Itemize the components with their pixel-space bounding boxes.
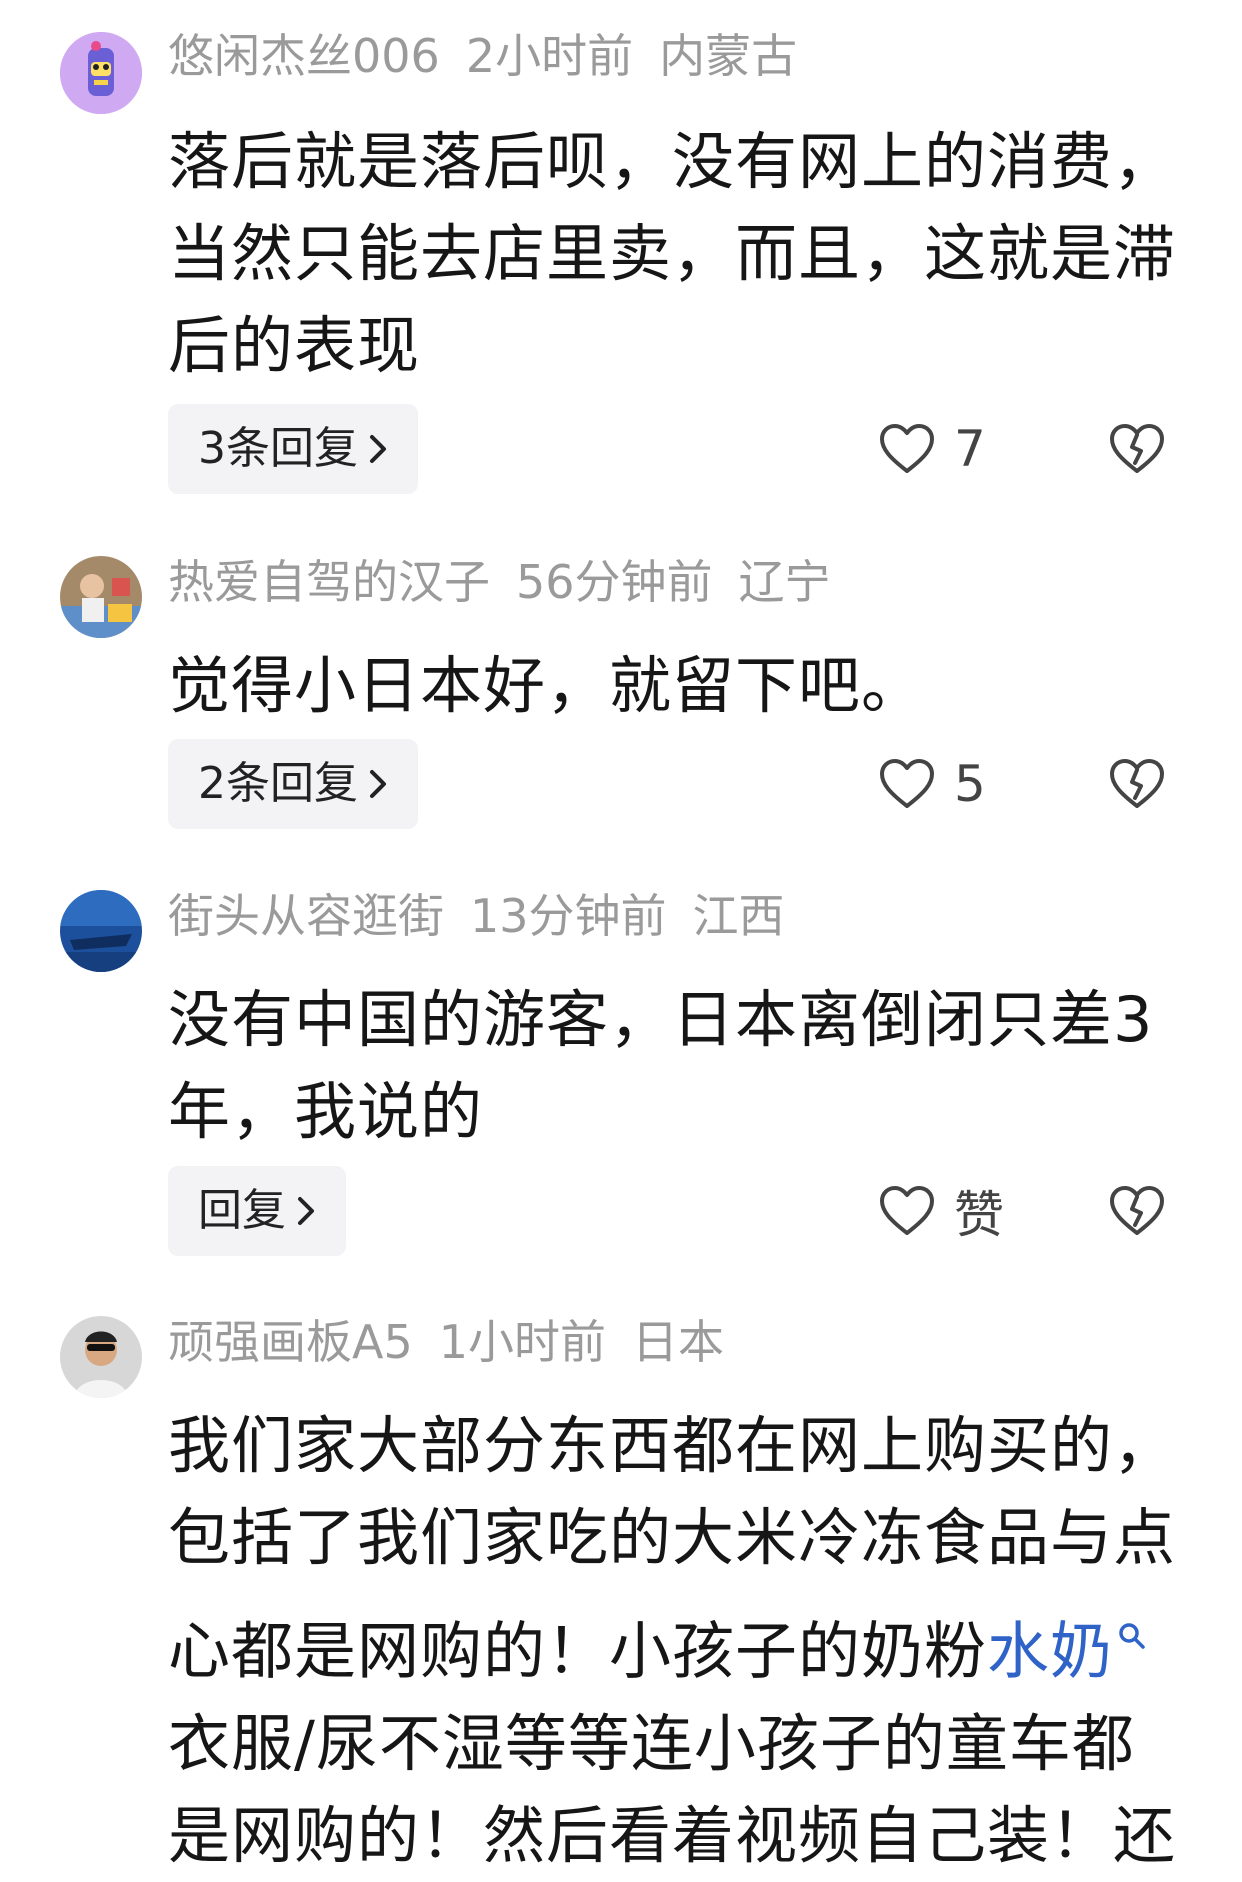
- avatar[interactable]: [60, 556, 142, 638]
- comment-line: 后的表现: [168, 309, 421, 382]
- timestamp: 13分钟前: [470, 889, 667, 943]
- view-replies-button[interactable]: 2条回复: [168, 739, 418, 829]
- comment-line: 年，我说的: [168, 1075, 484, 1148]
- reply-label: 回复: [198, 1185, 286, 1236]
- search-icon[interactable]: [1117, 1584, 1147, 1676]
- heart-outline-icon: [880, 759, 934, 808]
- location: 江西: [692, 889, 785, 943]
- reply-count-label: 2条回复: [198, 758, 358, 809]
- comment-line: 包括了我们家吃的大米冷冻食品与点: [168, 1501, 1177, 1574]
- comment-line: 是网购的！然后看着视频自己装！还: [168, 1798, 1177, 1872]
- location: 日本: [632, 1315, 725, 1369]
- broken-heart-icon: [1110, 424, 1164, 473]
- dislike-button[interactable]: [1108, 739, 1166, 829]
- avatar[interactable]: [60, 1316, 142, 1398]
- comment-line: 衣服/尿不湿等等连小孩子的童车都: [168, 1706, 1135, 1780]
- comment-line: 当然只能去店里卖，而且，这就是滞: [168, 217, 1177, 290]
- username[interactable]: 悠闲杰丝006: [168, 29, 440, 83]
- comment-text: 觉得小日本好，就留下吧。: [168, 640, 1178, 732]
- dislike-button[interactable]: [1108, 1166, 1166, 1256]
- comment-line-text: 心都是网购的！小孩子的奶粉: [168, 1614, 988, 1688]
- reply-button[interactable]: 回复: [168, 1166, 346, 1256]
- broken-heart-icon: [1110, 759, 1164, 808]
- comment-text: 落后就是落后呗，没有网上的消费， 当然只能去店里卖，而且，这就是滞 后的表现: [168, 116, 1178, 392]
- comment-line: 没有中国的游客，日本离倒闭只差3: [168, 983, 1154, 1056]
- like-button[interactable]: 5: [878, 739, 986, 829]
- comment-text: 我们家大部分东西都在网上购买的， 包括了我们家吃的大米冷冻食品与点 心都是网购的…: [168, 1400, 1178, 1882]
- like-button[interactable]: 赞: [878, 1166, 1004, 1256]
- dislike-button[interactable]: [1108, 404, 1166, 494]
- like-count: 7: [954, 420, 986, 478]
- view-replies-button[interactable]: 3条回复: [168, 404, 418, 494]
- like-label: 赞: [954, 1186, 1004, 1244]
- search-keyword-link[interactable]: 水奶: [987, 1615, 1113, 1688]
- comment-line: 落后就是落后呗，没有网上的消费，: [168, 125, 1177, 198]
- username[interactable]: 热爱自驾的汉子: [168, 555, 490, 609]
- comment-meta: 热爱自驾的汉子 56分钟前 辽宁: [168, 552, 857, 612]
- username[interactable]: 顽强画板A5: [168, 1315, 413, 1369]
- comment-text: 没有中国的游客，日本离倒闭只差3 年，我说的: [168, 974, 1178, 1158]
- comment-line: 觉得小日本好，就留下吧。: [168, 649, 925, 722]
- avatar[interactable]: [60, 890, 142, 972]
- like-count: 5: [954, 755, 986, 813]
- chevron-right-icon: [366, 767, 390, 801]
- heart-outline-icon: [880, 424, 934, 473]
- comment-meta: 街头从容逛街 13分钟前 江西: [168, 886, 811, 946]
- comment-line: 心都是网购的！小孩子的奶粉水奶: [168, 1584, 1178, 1698]
- timestamp: 1小时前: [438, 1315, 607, 1369]
- chevron-right-icon: [366, 432, 390, 466]
- username[interactable]: 街头从容逛街: [168, 889, 444, 943]
- chevron-right-icon: [294, 1194, 318, 1228]
- comment-meta: 悠闲杰丝006 2小时前 内蒙古: [168, 26, 823, 86]
- reply-count-label: 3条回复: [198, 423, 358, 474]
- location: 辽宁: [738, 555, 831, 609]
- heart-outline-icon: [880, 1186, 934, 1235]
- comment-line: 我们家大部分东西都在网上购买的，: [168, 1409, 1177, 1482]
- timestamp: 56分钟前: [516, 555, 713, 609]
- comment-meta: 顽强画板A5 1小时前 日本: [168, 1312, 750, 1372]
- like-button[interactable]: 7: [878, 404, 986, 494]
- avatar[interactable]: [60, 32, 142, 114]
- location: 内蒙古: [659, 29, 798, 83]
- timestamp: 2小时前: [465, 29, 634, 83]
- broken-heart-icon: [1110, 1186, 1164, 1235]
